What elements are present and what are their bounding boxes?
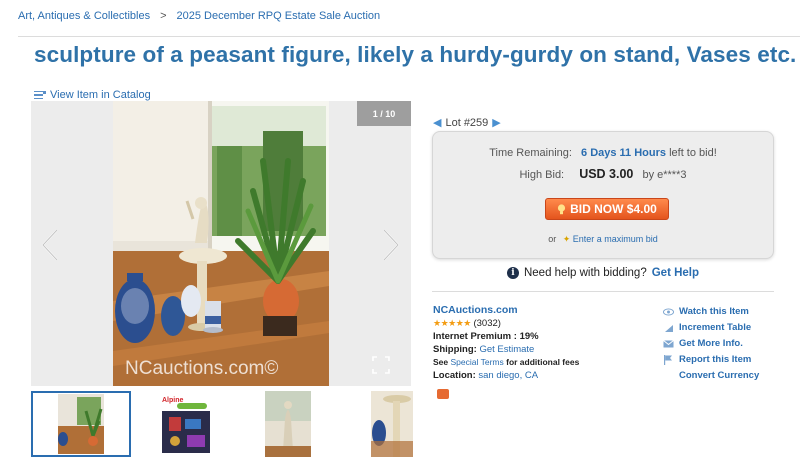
special-terms-link[interactable]: Special Terms bbox=[451, 357, 504, 367]
get-more-info-label: Get More Info. bbox=[679, 338, 743, 349]
prev-image-arrow-icon[interactable] bbox=[37, 227, 63, 263]
envelope-icon bbox=[663, 339, 674, 349]
info-icon: i bbox=[506, 267, 519, 279]
bid-panel: Time Remaining: 6 Days 11 Hours left to … bbox=[432, 131, 774, 259]
flag-icon bbox=[663, 355, 674, 365]
time-remaining-suffix: left to bid! bbox=[669, 147, 717, 159]
image-viewer[interactable]: 1 / 10 NCauctions.com© bbox=[31, 101, 411, 386]
report-item-label: Report this Item bbox=[679, 354, 752, 365]
convert-currency-label: Convert Currency bbox=[679, 370, 760, 381]
time-remaining-value: 6 Days 11 Hours bbox=[581, 147, 667, 159]
image-counter: 1 / 10 bbox=[357, 101, 411, 126]
thumbnail-3[interactable] bbox=[265, 391, 311, 457]
shipping-label: Shipping: bbox=[433, 344, 477, 355]
convert-currency-link[interactable]: Convert Currency bbox=[663, 368, 759, 384]
breadcrumb-item-category[interactable]: Art, Antiques & Collectibles bbox=[18, 10, 150, 22]
increment-table-link[interactable]: Increment Table bbox=[663, 320, 759, 336]
next-lot-arrow-icon[interactable]: ▶ bbox=[492, 116, 500, 129]
section-divider bbox=[432, 291, 774, 292]
badge-icon bbox=[437, 389, 449, 399]
time-remaining-label: Time Remaining: bbox=[489, 147, 572, 159]
get-more-info-link[interactable]: Get More Info. bbox=[663, 336, 759, 352]
help-question: Need help with bidding? bbox=[523, 267, 647, 279]
thumbnail-4[interactable] bbox=[371, 391, 413, 457]
fees-text: for additional fees bbox=[506, 357, 580, 367]
high-bid-amount: USD 3.00 bbox=[579, 167, 634, 181]
help-row: i Need help with bidding? Get Help bbox=[432, 267, 774, 279]
chart-icon bbox=[663, 323, 674, 333]
location-link[interactable]: san diego, CA bbox=[478, 370, 538, 381]
premium-value: 19% bbox=[519, 331, 539, 342]
max-bid-link[interactable]: ✦ Enter a maximum bid bbox=[563, 234, 658, 244]
location-label: Location: bbox=[433, 370, 476, 381]
view-catalog-label: View Item in Catalog bbox=[50, 89, 151, 101]
max-bid-label: Enter a maximum bid bbox=[572, 234, 658, 244]
list-icon bbox=[34, 90, 46, 100]
high-bidder: by e****3 bbox=[642, 169, 687, 181]
seller-info: NCAuctions.com ★★★★★ (3032) Internet Pre… bbox=[433, 304, 579, 382]
thumbnail-1[interactable] bbox=[31, 391, 131, 457]
watermark: NCauctions.com© bbox=[125, 358, 279, 379]
max-bid-row: or ✦ Enter a maximum bid bbox=[433, 234, 773, 245]
high-bid: High Bid: USD 3.00 by e****3 bbox=[433, 167, 773, 181]
rating-count[interactable]: (3032) bbox=[473, 318, 500, 329]
bid-now-label: BID NOW $4.00 bbox=[570, 202, 657, 216]
get-help-link[interactable]: Get Help bbox=[652, 267, 699, 279]
shipping-estimate-link[interactable]: Get Estimate bbox=[479, 344, 534, 355]
increment-table-label: Increment Table bbox=[679, 322, 752, 333]
prev-lot-arrow-icon[interactable]: ◀ bbox=[433, 116, 441, 129]
lot-navigation: ◀ Lot #259 ▶ bbox=[433, 116, 501, 130]
star-icon: ✦ bbox=[562, 234, 571, 244]
watch-item-link[interactable]: Watch this Item bbox=[663, 304, 759, 320]
eye-icon bbox=[663, 307, 674, 317]
lightbulb-icon bbox=[557, 203, 566, 215]
thumbnail-strip: Alpine bbox=[31, 391, 421, 457]
fullscreen-icon[interactable] bbox=[372, 356, 390, 374]
premium-label: Internet Premium : bbox=[433, 331, 517, 342]
item-actions: Watch this Item Increment Table Get More… bbox=[663, 304, 759, 384]
thumbnail-2-text: Alpine bbox=[162, 397, 183, 404]
main-photo bbox=[113, 101, 329, 386]
header-divider bbox=[18, 36, 800, 37]
report-item-link[interactable]: Report this Item bbox=[663, 352, 759, 368]
next-image-arrow-icon[interactable] bbox=[378, 227, 404, 263]
high-bid-label: High Bid: bbox=[519, 169, 565, 181]
bid-now-button[interactable]: BID NOW $4.00 bbox=[545, 198, 669, 220]
breadcrumb-item-auction[interactable]: 2025 December RPQ Estate Sale Auction bbox=[177, 10, 381, 22]
thumbnail-2[interactable]: Alpine bbox=[159, 391, 213, 457]
or-text: or bbox=[548, 234, 557, 244]
see-text: See bbox=[433, 357, 449, 367]
breadcrumb: Art, Antiques & Collectibles > 2025 Dece… bbox=[18, 10, 380, 22]
seller-name-link[interactable]: NCAuctions.com bbox=[433, 304, 518, 316]
breadcrumb-separator: > bbox=[160, 10, 167, 22]
lot-number: Lot #259 bbox=[445, 116, 489, 129]
watch-item-label: Watch this Item bbox=[679, 306, 749, 317]
time-remaining: Time Remaining: 6 Days 11 Hours left to … bbox=[433, 147, 773, 159]
page-title: sculpture of a peasant figure, likely a … bbox=[34, 42, 797, 67]
view-catalog-link[interactable]: View Item in Catalog bbox=[34, 89, 151, 101]
rating-stars-icon: ★★★★★ bbox=[433, 318, 471, 328]
